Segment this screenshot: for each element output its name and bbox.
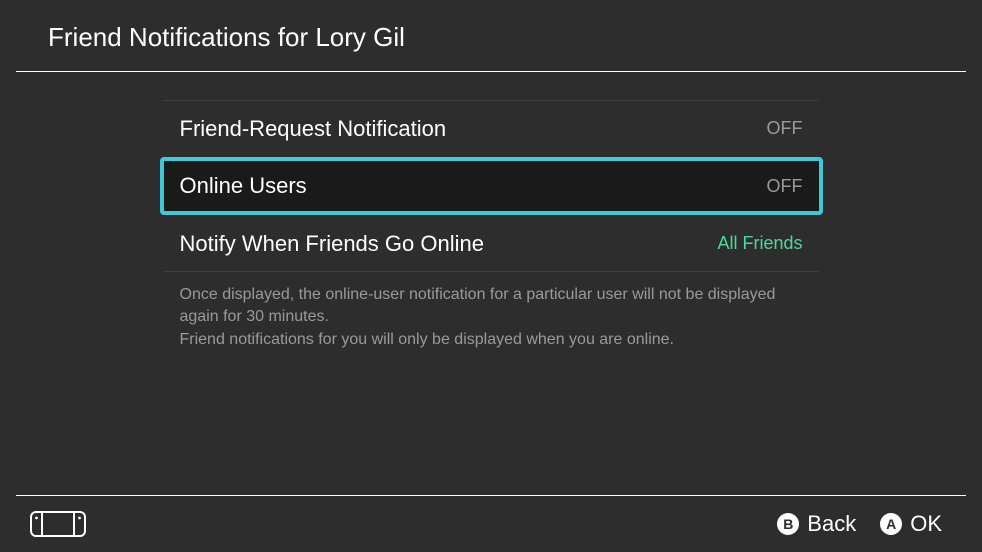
row-online-users-selected[interactable]: Online Users OFF — [160, 157, 823, 215]
help-line-2: Friend notifications for you will only b… — [180, 329, 803, 351]
row-value: OFF — [767, 118, 803, 139]
row-value: OFF — [767, 176, 803, 197]
hint-ok[interactable]: A OK — [880, 511, 942, 537]
header: Friend Notifications for Lory Gil — [0, 0, 982, 71]
row-notify-friends-online[interactable]: Notify When Friends Go Online All Friend… — [164, 216, 819, 271]
hint-back-label: Back — [807, 511, 856, 537]
row-label: Online Users — [180, 173, 307, 199]
footer-left — [30, 511, 86, 537]
settings-list: Friend-Request Notification OFF Online U… — [164, 100, 819, 351]
hint-back[interactable]: B Back — [777, 511, 856, 537]
row-label: Notify When Friends Go Online — [180, 231, 484, 257]
header-divider — [16, 71, 966, 72]
hint-ok-label: OK — [910, 511, 942, 537]
b-button-icon: B — [777, 513, 799, 535]
footer-right: B Back A OK — [777, 511, 942, 537]
footer: B Back A OK — [0, 496, 982, 552]
page-title: Friend Notifications for Lory Gil — [48, 22, 934, 53]
a-button-icon: A — [880, 513, 902, 535]
console-icon — [30, 511, 86, 537]
help-line-1: Once displayed, the online-user notifica… — [180, 284, 803, 329]
row-friend-request-notification[interactable]: Friend-Request Notification OFF — [164, 101, 819, 156]
help-text: Once displayed, the online-user notifica… — [164, 272, 819, 351]
row-label: Friend-Request Notification — [180, 116, 447, 142]
row-value: All Friends — [717, 233, 802, 254]
